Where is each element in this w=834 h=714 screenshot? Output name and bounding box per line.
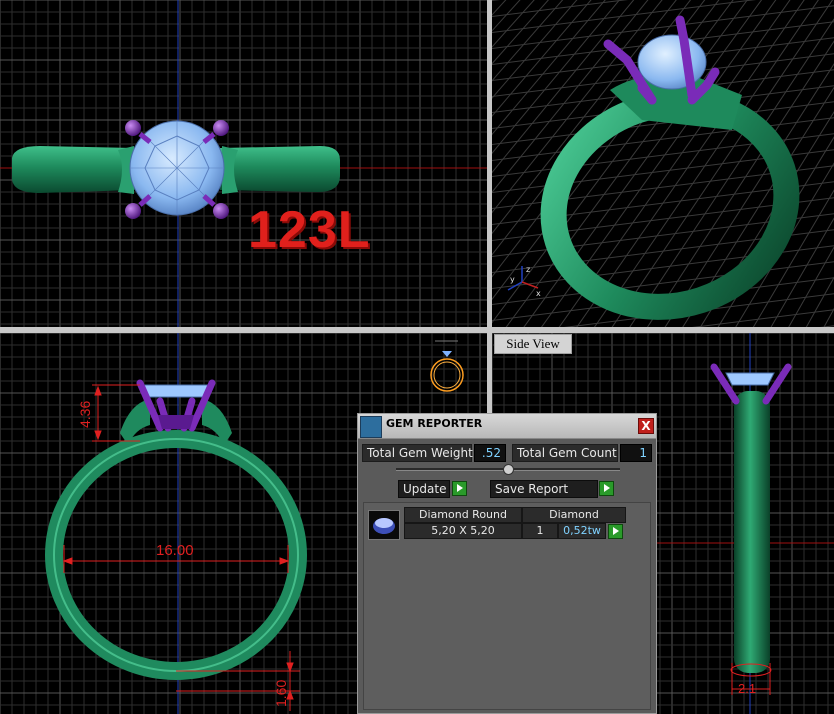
update-play-icon[interactable] (452, 481, 467, 496)
dim-shank-width: 2.1 (738, 681, 756, 696)
save-report-play-icon[interactable] (599, 481, 614, 496)
save-report-button[interactable]: Save Report (490, 480, 598, 498)
gem-count-cell: 1 (522, 523, 558, 539)
dim-prong-height: 4.36 (77, 401, 93, 428)
total-gem-weight-label: Total Gem Weight (362, 444, 473, 462)
gem-reporter-app-icon (360, 416, 382, 438)
svg-text:x: x (536, 289, 541, 298)
dim-inner-diameter: 16.00 (156, 542, 194, 559)
top-view-canvas (0, 0, 487, 327)
perspective-viewport[interactable]: z y x (492, 0, 834, 327)
gem-shape-cell: Diamond Round (404, 507, 522, 523)
gem-reporter-title: GEM REPORTER (386, 417, 483, 430)
perspective-view-canvas: z y x (492, 0, 834, 327)
diamond-side (725, 372, 775, 386)
svg-text:z: z (526, 265, 530, 274)
top-viewport[interactable]: 123L (0, 0, 487, 327)
svg-text:y: y (510, 275, 515, 284)
diamond-persp (637, 34, 707, 90)
design-code-label: 123L (248, 201, 371, 259)
gem-material-cell: Diamond (522, 507, 626, 523)
close-icon[interactable]: X (638, 418, 654, 434)
dim-shank-thickness: 1.60 (273, 680, 289, 707)
shank-left (12, 146, 135, 193)
gem-weight-cell: 0,52tw (558, 523, 606, 539)
gem-reporter-titlebar[interactable]: GEM REPORTER X (358, 414, 656, 439)
side-view-label[interactable]: Side View (494, 334, 572, 354)
shank-side (734, 391, 770, 673)
total-gem-count-value: 1 (620, 444, 652, 462)
viewport-separator-horizontal[interactable] (0, 327, 834, 333)
gem-reporter-panel: GEM REPORTER X Total Gem Weight .52 Tota… (357, 413, 657, 714)
diamond-front (136, 384, 216, 398)
gem-size-cell: 5,20 X 5,20 (404, 523, 522, 539)
update-button[interactable]: Update (398, 480, 450, 498)
shank-right (220, 146, 340, 192)
gem-row-play-icon[interactable] (608, 524, 623, 539)
total-gem-count-label: Total Gem Count (512, 444, 618, 462)
slider-knob-icon[interactable] (503, 464, 514, 475)
ring-preview-icon[interactable] (430, 340, 464, 392)
diamond-round-thumbnail-icon[interactable] (368, 510, 400, 540)
total-gem-weight-value: .52 (474, 444, 506, 462)
